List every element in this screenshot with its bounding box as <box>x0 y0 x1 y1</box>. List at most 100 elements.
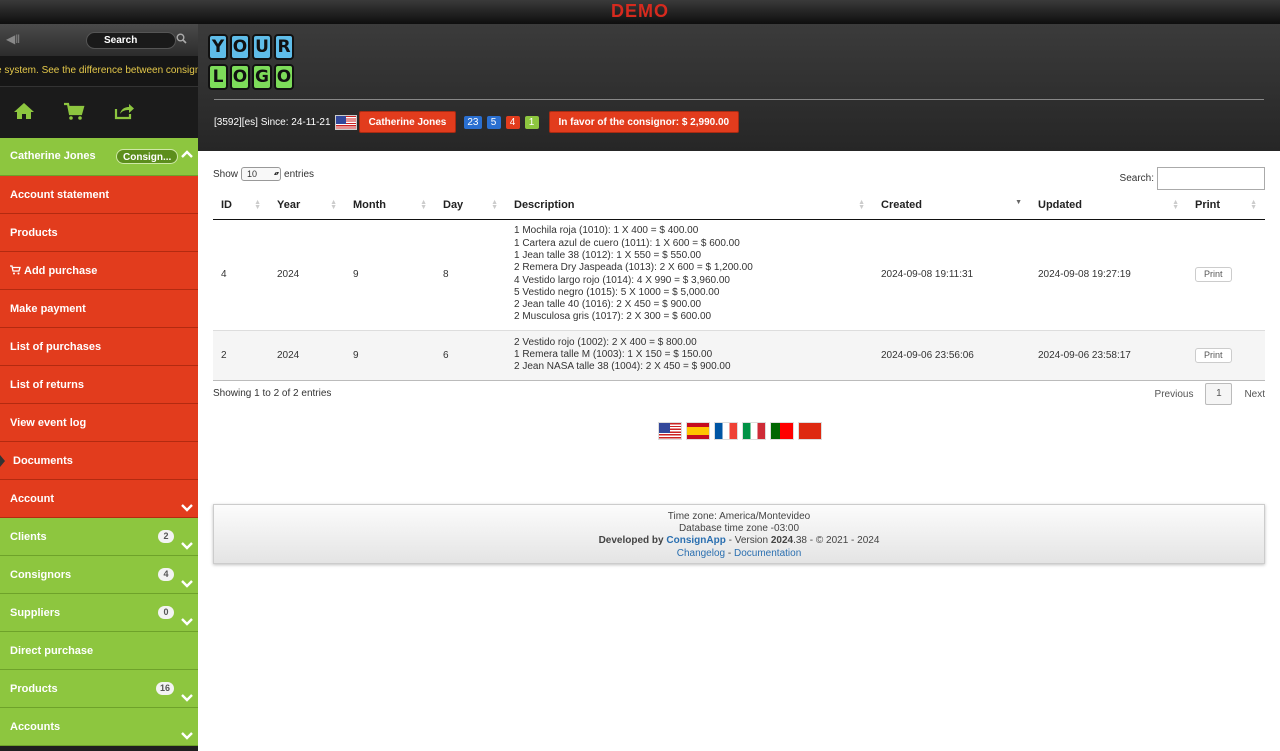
page-size-control: Show 10 entries <box>213 167 314 181</box>
menu-clients[interactable]: Clients 2 <box>0 518 198 556</box>
changelog-link[interactable]: Changelog <box>677 548 725 559</box>
logo-letter: L <box>208 64 228 90</box>
print-button[interactable]: Print <box>1195 267 1232 282</box>
marquee-text: e system. See the difference between con… <box>0 65 198 76</box>
menu-list-of-returns[interactable]: List of returns <box>0 366 198 404</box>
cell-description: 1 Mochila roja (1010): 1 X 400 = $ 400.0… <box>506 219 873 331</box>
sort-icon: ▲ ▼ <box>1172 199 1179 211</box>
count-badge: 16 <box>155 682 174 695</box>
footer: Time zone: America/Montevideo Database t… <box>213 504 1265 564</box>
description-line: 2 Jean talle 40 (1016): 2 X 450 = $ 900.… <box>514 299 702 311</box>
show-label: Show <box>213 168 239 180</box>
menu-documents[interactable]: Documents <box>0 442 198 480</box>
description-line: 2 Remera Dry Jaspeada (1013): 2 X 600 = … <box>514 262 753 274</box>
user-button[interactable]: Catherine Jones <box>358 111 457 133</box>
share-icon[interactable] <box>112 101 136 121</box>
version-prefix: - Version <box>728 535 769 547</box>
sort-icon: ▲ ▼ <box>254 199 261 211</box>
cart-icon[interactable] <box>62 101 86 121</box>
badge-green[interactable]: 1 <box>524 115 539 129</box>
menu-direct-purchase[interactable]: Direct purchase <box>0 632 198 670</box>
badge-blue-2[interactable]: 5 <box>486 115 501 129</box>
col-month[interactable]: Month ▲ ▼ <box>345 191 435 220</box>
us-flag-icon[interactable] <box>658 422 682 440</box>
col-label: Day <box>443 198 464 211</box>
badge-blue-1[interactable]: 23 <box>464 115 482 129</box>
table-info: Showing 1 to 2 of 2 entries <box>213 388 332 399</box>
col-label: ID <box>221 198 232 211</box>
description-line: 1 Mochila roja (1010): 1 X 400 = $ 400.0… <box>514 225 699 237</box>
sidebar-user-header[interactable]: Catherine Jones Consign... <box>0 138 198 176</box>
menu-label: Clients <box>10 531 47 543</box>
badge-red[interactable]: 4 <box>505 115 520 129</box>
menu-account[interactable]: Account <box>0 480 198 518</box>
menu-add-purchase[interactable]: Add purchase <box>0 252 198 290</box>
menu-view-event-log[interactable]: View event log <box>0 404 198 442</box>
menu-list-of-purchases[interactable]: List of purchases <box>0 328 198 366</box>
sidebar-search-bar: ◀‖ Search <box>0 24 198 56</box>
table-row: 4 2024 9 8 1 Mochila roja (1010): 1 X 40… <box>213 219 1265 331</box>
cell-day: 8 <box>435 219 506 331</box>
col-print[interactable]: Print ▲ ▼ <box>1187 191 1265 220</box>
app-name-link[interactable]: ConsignApp <box>666 535 725 546</box>
menu-products-catalog[interactable]: Products 16 <box>0 670 198 708</box>
cn-flag-icon[interactable] <box>798 422 822 440</box>
sort-icon: ▲ ▼ <box>858 199 865 211</box>
menu-account-statement[interactable]: Account statement <box>0 176 198 214</box>
col-id[interactable]: ID ▲ ▼ <box>213 191 269 220</box>
home-icon[interactable] <box>12 101 36 121</box>
cart-icon <box>10 253 21 291</box>
table-header-row: ID ▲ ▼ Year ▲ ▼ Month ▲ ▼ Day ▲ ▼ Description ▲ ▼ … <box>213 191 1265 220</box>
col-day[interactable]: Day ▲ ▼ <box>435 191 506 220</box>
menu-products[interactable]: Products <box>0 214 198 252</box>
logo-letter: U <box>252 34 272 60</box>
pt-flag-icon[interactable] <box>770 422 794 440</box>
it-flag-icon[interactable] <box>742 422 766 440</box>
menu-accounts[interactable]: Accounts <box>0 708 198 746</box>
fr-flag-icon[interactable] <box>714 422 738 440</box>
chevron-up-icon[interactable] <box>180 148 194 163</box>
footer-credits: Developed by ConsignApp - Version 2024.3… <box>214 535 1264 547</box>
sidebar-search-input[interactable]: Search <box>86 32 176 49</box>
count-badge: 2 <box>158 530 174 543</box>
cell-print: Print <box>1187 219 1265 331</box>
account-info: [3592][es] Since: 24-11-21 <box>214 116 331 128</box>
menu-consignors[interactable]: Consignors 4 <box>0 556 198 594</box>
logo-letter: O <box>274 64 294 90</box>
menu-label: Documents <box>13 455 73 467</box>
account-info-bar: [3592][es] Since: 24-11-21 Catherine Jon… <box>214 111 740 133</box>
cell-updated: 2024-09-06 23:58:17 <box>1030 330 1187 381</box>
description-line: 1 Jean talle 38 (1012): 1 X 550 = $ 550.… <box>514 249 702 261</box>
version-suffix: .38 - © 2021 - 2024 <box>793 535 880 547</box>
print-button[interactable]: Print <box>1195 347 1232 363</box>
collapse-sidebar-icon[interactable]: ◀‖ <box>6 32 20 46</box>
page-size-select[interactable]: 10 <box>241 167 282 181</box>
search-icon[interactable] <box>176 33 187 47</box>
logo-letter: O <box>230 64 250 90</box>
description-line: 2 Musculosa gris (1017): 2 X 300 = $ 600… <box>514 311 712 323</box>
menu-make-payment[interactable]: Make payment <box>0 290 198 328</box>
menu-label: List of returns <box>10 379 84 391</box>
table-search-input[interactable] <box>1157 167 1265 190</box>
col-updated[interactable]: Updated ▲ ▼ <box>1030 191 1187 220</box>
search-label: Search: <box>1119 173 1154 184</box>
description-line: 2 Jean NASA talle 38 (1004): 2 X 450 = $… <box>514 361 731 373</box>
balance-button[interactable]: In favor of the consignor: $ 2,990.00 <box>548 111 740 133</box>
logo[interactable]: Y O U R L O G O <box>208 34 296 92</box>
announcement-marquee: e system. See the difference between con… <box>0 56 198 86</box>
next-button[interactable]: Next <box>1244 389 1265 400</box>
previous-button[interactable]: Previous <box>1155 389 1194 400</box>
logo-letter: O <box>230 34 250 60</box>
documentation-link[interactable]: Documentation <box>734 548 801 559</box>
col-created[interactable]: Created ▼ <box>873 191 1030 220</box>
menu-suppliers[interactable]: Suppliers 0 <box>0 594 198 632</box>
page-1-button[interactable]: 1 <box>1205 383 1233 405</box>
col-year[interactable]: Year ▲ ▼ <box>269 191 345 220</box>
chevron-down-icon <box>180 720 194 751</box>
col-label: Print <box>1195 198 1221 211</box>
es-flag-icon[interactable] <box>686 422 710 440</box>
menu-label: Products <box>10 227 58 239</box>
sort-icon: ▲ ▼ <box>330 199 337 211</box>
col-description[interactable]: Description ▲ ▼ <box>506 191 873 220</box>
sort-icon: ▲ ▼ <box>420 199 427 211</box>
